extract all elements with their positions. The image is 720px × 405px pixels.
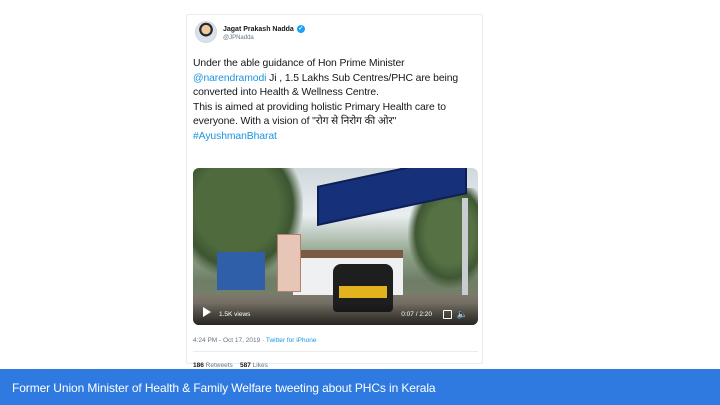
likes-label: Likes — [250, 362, 268, 369]
display-name-text[interactable]: Jagat Prakash Nadda — [223, 25, 294, 34]
fullscreen-icon[interactable] — [443, 310, 452, 319]
tweet-text-line-4: This is aimed at providing holistic Prim… — [193, 101, 446, 113]
video-scene-pole — [462, 198, 468, 302]
tweet-text-line-3: converted into Health & Wellness Centre. — [193, 87, 379, 99]
retweets-count: 186 — [193, 362, 204, 369]
tweet-stats: 186 Retweets 587 Likes — [193, 362, 268, 369]
tweet-source[interactable]: Twitter for iPhone — [266, 337, 317, 344]
hashtag-link[interactable]: #AyushmanBharat — [193, 130, 483, 145]
volume-icon[interactable]: 🔈 — [457, 310, 468, 319]
caption-text: Former Union Minister of Health & Family… — [12, 381, 436, 395]
verified-check-icon: ✓ — [296, 25, 305, 33]
tweet-text-line-2: @narendramodi Ji , 1.5 Lakhs Sub Centres… — [193, 72, 483, 87]
tweet-card: Jagat Prakash Nadda ✓ @JPNadda Under the… — [186, 14, 483, 369]
video-scene-shed — [217, 252, 265, 290]
tweet-text: Under the able guidance of Hon Prime Min… — [193, 57, 483, 145]
tweet-text-line-2-rest: Ji , 1.5 Lakhs Sub Centres/PHC are being — [266, 72, 459, 84]
tweet-timestamp[interactable]: 4:24 PM - Oct 17, 2019 · — [193, 337, 266, 344]
display-name[interactable]: Jagat Prakash Nadda ✓ — [223, 25, 305, 34]
video-player[interactable]: 1.5K views 0:07 / 2:20 🔈 — [193, 168, 478, 325]
retweets-label: Retweets — [203, 362, 233, 369]
likes-stat[interactable]: 587 Likes — [240, 362, 268, 369]
tweet-text-line-5: everyone. With a vision of "रोग से निरोग… — [193, 116, 397, 128]
tweet-header: Jagat Prakash Nadda ✓ @JPNadda — [195, 21, 305, 43]
play-icon[interactable] — [203, 307, 211, 317]
author-names: Jagat Prakash Nadda ✓ @JPNadda — [223, 22, 305, 43]
video-scene-banner — [277, 234, 301, 292]
divider — [193, 351, 478, 352]
tweet-meta: 4:24 PM - Oct 17, 2019 · Twitter for iPh… — [193, 337, 316, 344]
likes-count: 587 — [240, 362, 251, 369]
retweets-stat[interactable]: 186 Retweets — [193, 362, 233, 369]
video-controls: 1.5K views 0:07 / 2:20 🔈 — [193, 303, 478, 325]
caption-bar: Former Union Minister of Health & Family… — [0, 369, 720, 405]
video-views: 1.5K views — [219, 311, 251, 318]
user-handle[interactable]: @JPNadda — [223, 34, 305, 43]
avatar[interactable] — [195, 21, 217, 43]
mention-link[interactable]: @narendramodi — [193, 73, 266, 84]
tweet-text-line-1: Under the able guidance of Hon Prime Min… — [193, 58, 405, 69]
video-timecode: 0:07 / 2:20 — [401, 311, 432, 318]
